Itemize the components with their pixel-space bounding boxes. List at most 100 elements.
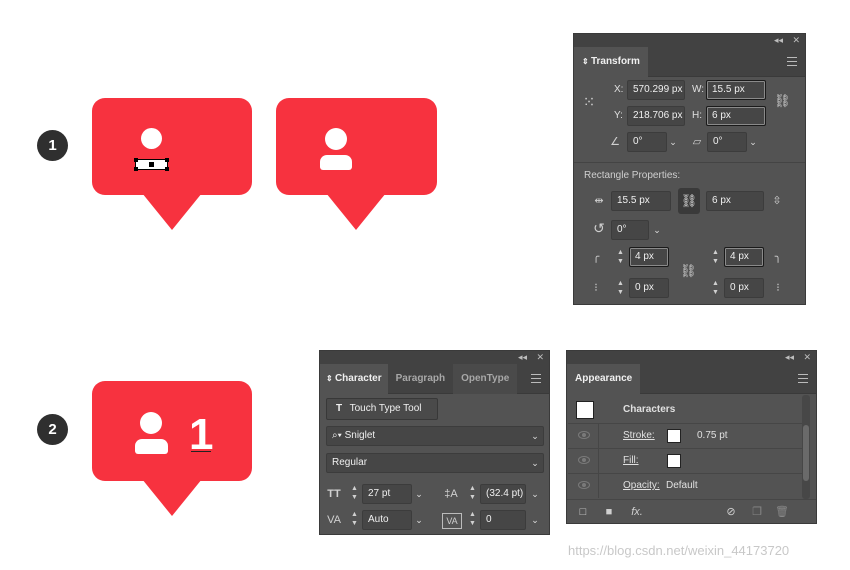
height-arrows-icon: ⇳ (772, 195, 782, 207)
tab-paragraph[interactable]: Paragraph (388, 364, 453, 394)
corner-tr-field[interactable]: 4 px (724, 247, 764, 267)
tab-opentype[interactable]: OpenType (453, 364, 518, 394)
tracking-icon: VA (442, 513, 462, 529)
corner-tl-field[interactable]: 4 px (629, 247, 669, 267)
visibility-eye-icon[interactable] (578, 431, 590, 439)
shear-dropdown-icon[interactable]: ⌄ (744, 132, 762, 152)
close-icon[interactable]: ✕ (803, 352, 811, 363)
delete-item-icon[interactable]: 🗑 (775, 505, 789, 519)
font-size-icon: TT (327, 488, 341, 500)
fill-color-swatch[interactable] (667, 454, 681, 468)
clear-appearance-icon[interactable]: ⊘ (724, 505, 738, 519)
visibility-eye-icon[interactable] (578, 481, 590, 489)
leading-field[interactable]: (32.4 pt) (480, 484, 526, 504)
collapse-icon[interactable]: ◂◂ (774, 35, 783, 46)
tracking-field[interactable]: 0 (480, 510, 526, 530)
rect-rotation-dropdown-icon[interactable]: ⌄ (648, 220, 666, 240)
h-field[interactable]: 6 px (706, 106, 766, 126)
font-size-stepper[interactable]: ▲ ▼ (350, 484, 359, 504)
y-field[interactable]: 218.706 px (627, 106, 685, 126)
link-corners-icon[interactable]: ⛓ (680, 264, 697, 278)
touch-type-tool-button[interactable]: T Touch Type Tool (326, 398, 438, 420)
corner-tl-stepper[interactable]: ▲ ▼ (616, 248, 625, 268)
leading-dropdown-icon[interactable]: ⌄ (526, 484, 544, 504)
appearance-panel: ◂◂ ✕ Appearance Characters Stroke: 0.75 p… (566, 350, 817, 524)
tracking-stepper[interactable]: ▲ ▼ (468, 510, 477, 530)
panel-menu-icon[interactable] (787, 57, 797, 66)
rotate-angle-icon: ∠ (610, 136, 620, 148)
font-family-dropdown-icon[interactable]: ⌄ (526, 426, 544, 446)
y-label: Y: (614, 110, 623, 121)
duplicate-item-icon[interactable]: ❐ (750, 505, 764, 519)
corner-tr-icon: ╮ (774, 251, 782, 263)
rotate-icon: ↺ (593, 220, 605, 236)
tab-appearance[interactable]: Appearance (567, 364, 641, 394)
constrain-proportions-icon[interactable]: ⛓ (774, 94, 791, 108)
corner-tr-stepper[interactable]: ▲ ▼ (711, 248, 720, 268)
corner-bl-stepper[interactable]: ▲ ▼ (616, 279, 625, 299)
fill-label[interactable]: Fill: (623, 451, 639, 471)
fill-row[interactable]: Fill: (568, 448, 804, 473)
selected-rectangle[interactable] (134, 158, 169, 171)
appearance-scrollbar[interactable] (802, 395, 810, 499)
corner-bl-field[interactable]: 0 px (629, 278, 669, 298)
kerning-icon: VA (327, 514, 341, 526)
opacity-value: Default (666, 480, 698, 491)
collapse-icon[interactable]: ◂◂ (518, 352, 527, 363)
corner-br-field[interactable]: 0 px (724, 278, 764, 298)
corner-br-icon: ⁝ (776, 282, 780, 294)
kerning-stepper[interactable]: ▲ ▼ (350, 510, 359, 530)
close-icon[interactable]: ✕ (536, 352, 544, 363)
divider (574, 162, 805, 163)
add-stroke-icon[interactable]: □ (577, 505, 589, 519)
leading-stepper[interactable]: ▲ ▼ (468, 484, 477, 504)
stroke-color-swatch[interactable] (667, 429, 681, 443)
step-2-badge: 2 (37, 414, 68, 445)
link-dimensions-button[interactable]: ⛓ (678, 188, 700, 214)
visibility-eye-icon[interactable] (578, 456, 590, 464)
user-body-shape (320, 155, 352, 170)
characters-label[interactable]: Characters (623, 400, 675, 420)
corner-tl-icon: ╭ (592, 251, 600, 263)
corner-br-stepper[interactable]: ▲ ▼ (711, 279, 720, 299)
font-search-icon: ⌕▾ (332, 430, 345, 441)
tab-character[interactable]: ⇕ Character (320, 364, 388, 394)
add-fill-icon[interactable]: ■ (603, 505, 615, 519)
opacity-label[interactable]: Opacity: (623, 476, 660, 496)
rect-rotation-field[interactable]: 0° (611, 220, 649, 240)
user-head-shape (141, 128, 162, 149)
font-size-field[interactable]: 27 pt (362, 484, 412, 504)
close-icon[interactable]: ✕ (792, 35, 800, 46)
kerning-field[interactable]: Auto (362, 510, 412, 530)
user-body-shape (135, 439, 168, 454)
kerning-dropdown-icon[interactable]: ⌄ (410, 510, 428, 530)
appearance-footer: □ ■ fx. ⊘ ❐ 🗑 (567, 499, 816, 523)
user-head-shape (325, 128, 347, 150)
rotate-field[interactable]: 0° (627, 132, 667, 152)
x-field[interactable]: 570.299 px (627, 80, 685, 100)
tab-transform[interactable]: ⇕ Transform (574, 47, 648, 77)
link-icon: ⛓ (680, 193, 698, 208)
opacity-row[interactable]: Opacity: Default (568, 473, 804, 498)
transform-panel: ◂◂ ✕ ⇕ Transform ⁙ X: 570.299 px Y: 218.7… (573, 33, 806, 305)
panel-menu-icon[interactable] (798, 374, 808, 383)
tracking-dropdown-icon[interactable]: ⌄ (526, 510, 544, 530)
stroke-row[interactable]: Stroke: 0.75 pt (568, 423, 804, 448)
rect-width-field[interactable]: 15.5 px (611, 191, 671, 211)
font-style-dropdown-icon[interactable]: ⌄ (526, 453, 544, 473)
rect-height-field[interactable]: 6 px (706, 191, 764, 211)
w-field[interactable]: 15.5 px (706, 80, 766, 100)
collapse-icon[interactable]: ◂◂ (785, 352, 794, 363)
font-family-field[interactable]: ⌕▾ Sniglet (326, 426, 544, 446)
font-style-field[interactable]: Regular (326, 453, 544, 473)
rotate-dropdown-icon[interactable]: ⌄ (664, 132, 682, 152)
w-label: W: (692, 84, 705, 95)
reference-point-icon[interactable]: ⁙ (580, 95, 598, 110)
fx-icon[interactable]: fx. (627, 505, 647, 519)
shear-field[interactable]: 0° (707, 132, 747, 152)
panel-menu-icon[interactable] (531, 374, 541, 383)
font-size-dropdown-icon[interactable]: ⌄ (410, 484, 428, 504)
tab-arrows-icon: ⇕ (326, 374, 335, 383)
stroke-label[interactable]: Stroke: (623, 426, 655, 446)
character-panel: ◂◂ ✕ ⇕ Character Paragraph OpenType T Tou… (319, 350, 550, 535)
